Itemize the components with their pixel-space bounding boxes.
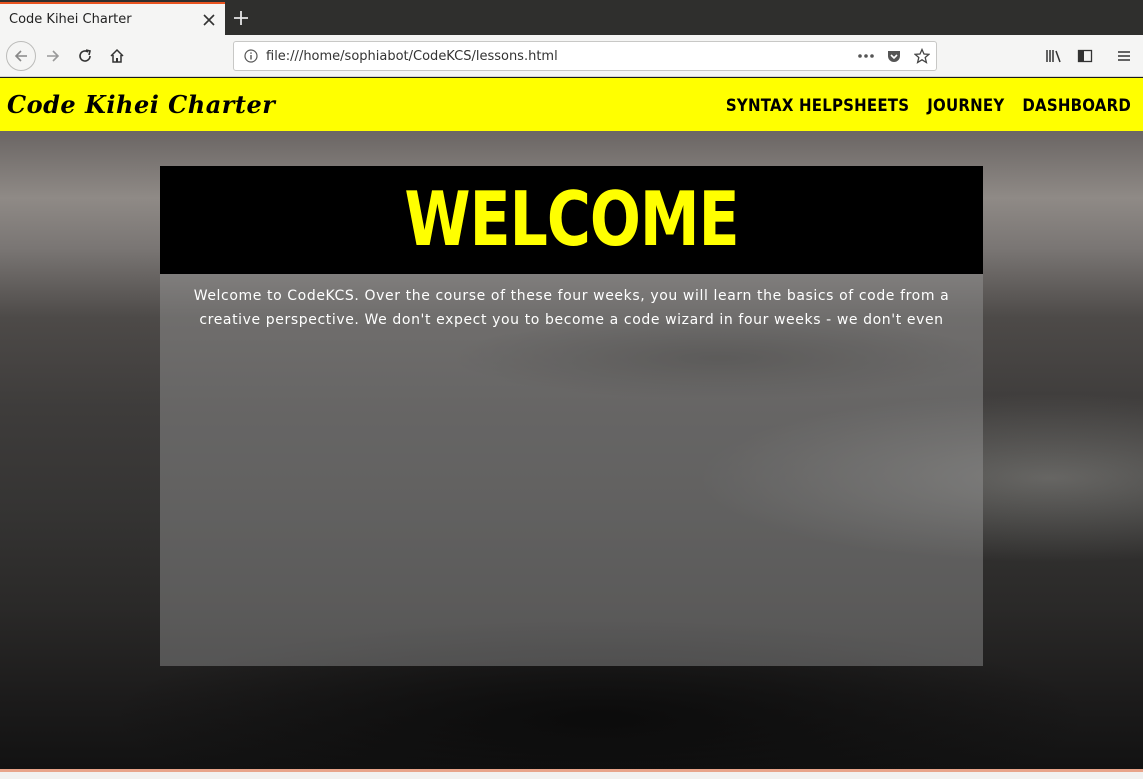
window-bottom-edge — [0, 769, 1143, 779]
home-icon[interactable] — [102, 41, 132, 71]
close-tab-icon[interactable] — [199, 10, 219, 30]
url-bar[interactable]: file:///home/sophiabot/CodeKCS/lessons.h… — [233, 41, 937, 71]
reload-icon[interactable] — [70, 41, 100, 71]
welcome-text: Welcome to CodeKCS. Over the course of t… — [193, 288, 950, 328]
tab-bar: Code Kihei Charter — [0, 0, 1143, 35]
library-icon[interactable] — [1039, 41, 1069, 71]
tab-title: Code Kihei Charter — [9, 12, 132, 27]
pocket-icon[interactable] — [880, 42, 908, 70]
site-header: Code Kihei Charter SYNTAX HELPSHEETS JOU… — [0, 78, 1143, 131]
info-icon[interactable] — [244, 49, 258, 63]
welcome-panel: Welcome to CodeKCS. Over the course of t… — [160, 274, 983, 666]
browser-tab[interactable]: Code Kihei Charter — [0, 2, 225, 35]
nav-link-journey[interactable]: JOURNEY — [927, 94, 1004, 115]
forward-icon[interactable] — [38, 41, 68, 71]
site-nav: SYNTAX HELPSHEETS JOURNEY DASHBOARD — [726, 94, 1131, 115]
new-tab-icon[interactable] — [230, 7, 252, 29]
site-logo[interactable]: Code Kihei Charter — [7, 90, 275, 119]
sidebar-icon[interactable] — [1070, 41, 1100, 71]
welcome-header: WELCOME — [160, 166, 983, 274]
nav-toolbar: file:///home/sophiabot/CodeKCS/lessons.h… — [0, 35, 1143, 77]
url-text: file:///home/sophiabot/CodeKCS/lessons.h… — [266, 48, 558, 64]
bookmark-star-icon[interactable] — [908, 42, 936, 70]
menu-icon[interactable] — [1109, 41, 1139, 71]
nav-link-dashboard[interactable]: DASHBOARD — [1022, 94, 1131, 115]
more-actions-icon[interactable] — [852, 42, 880, 70]
back-icon[interactable] — [6, 41, 36, 71]
nav-link-syntax-helpsheets[interactable]: SYNTAX HELPSHEETS — [726, 94, 909, 115]
page-title: WELCOME — [404, 176, 739, 264]
page-content: Code Kihei Charter SYNTAX HELPSHEETS JOU… — [0, 78, 1143, 769]
